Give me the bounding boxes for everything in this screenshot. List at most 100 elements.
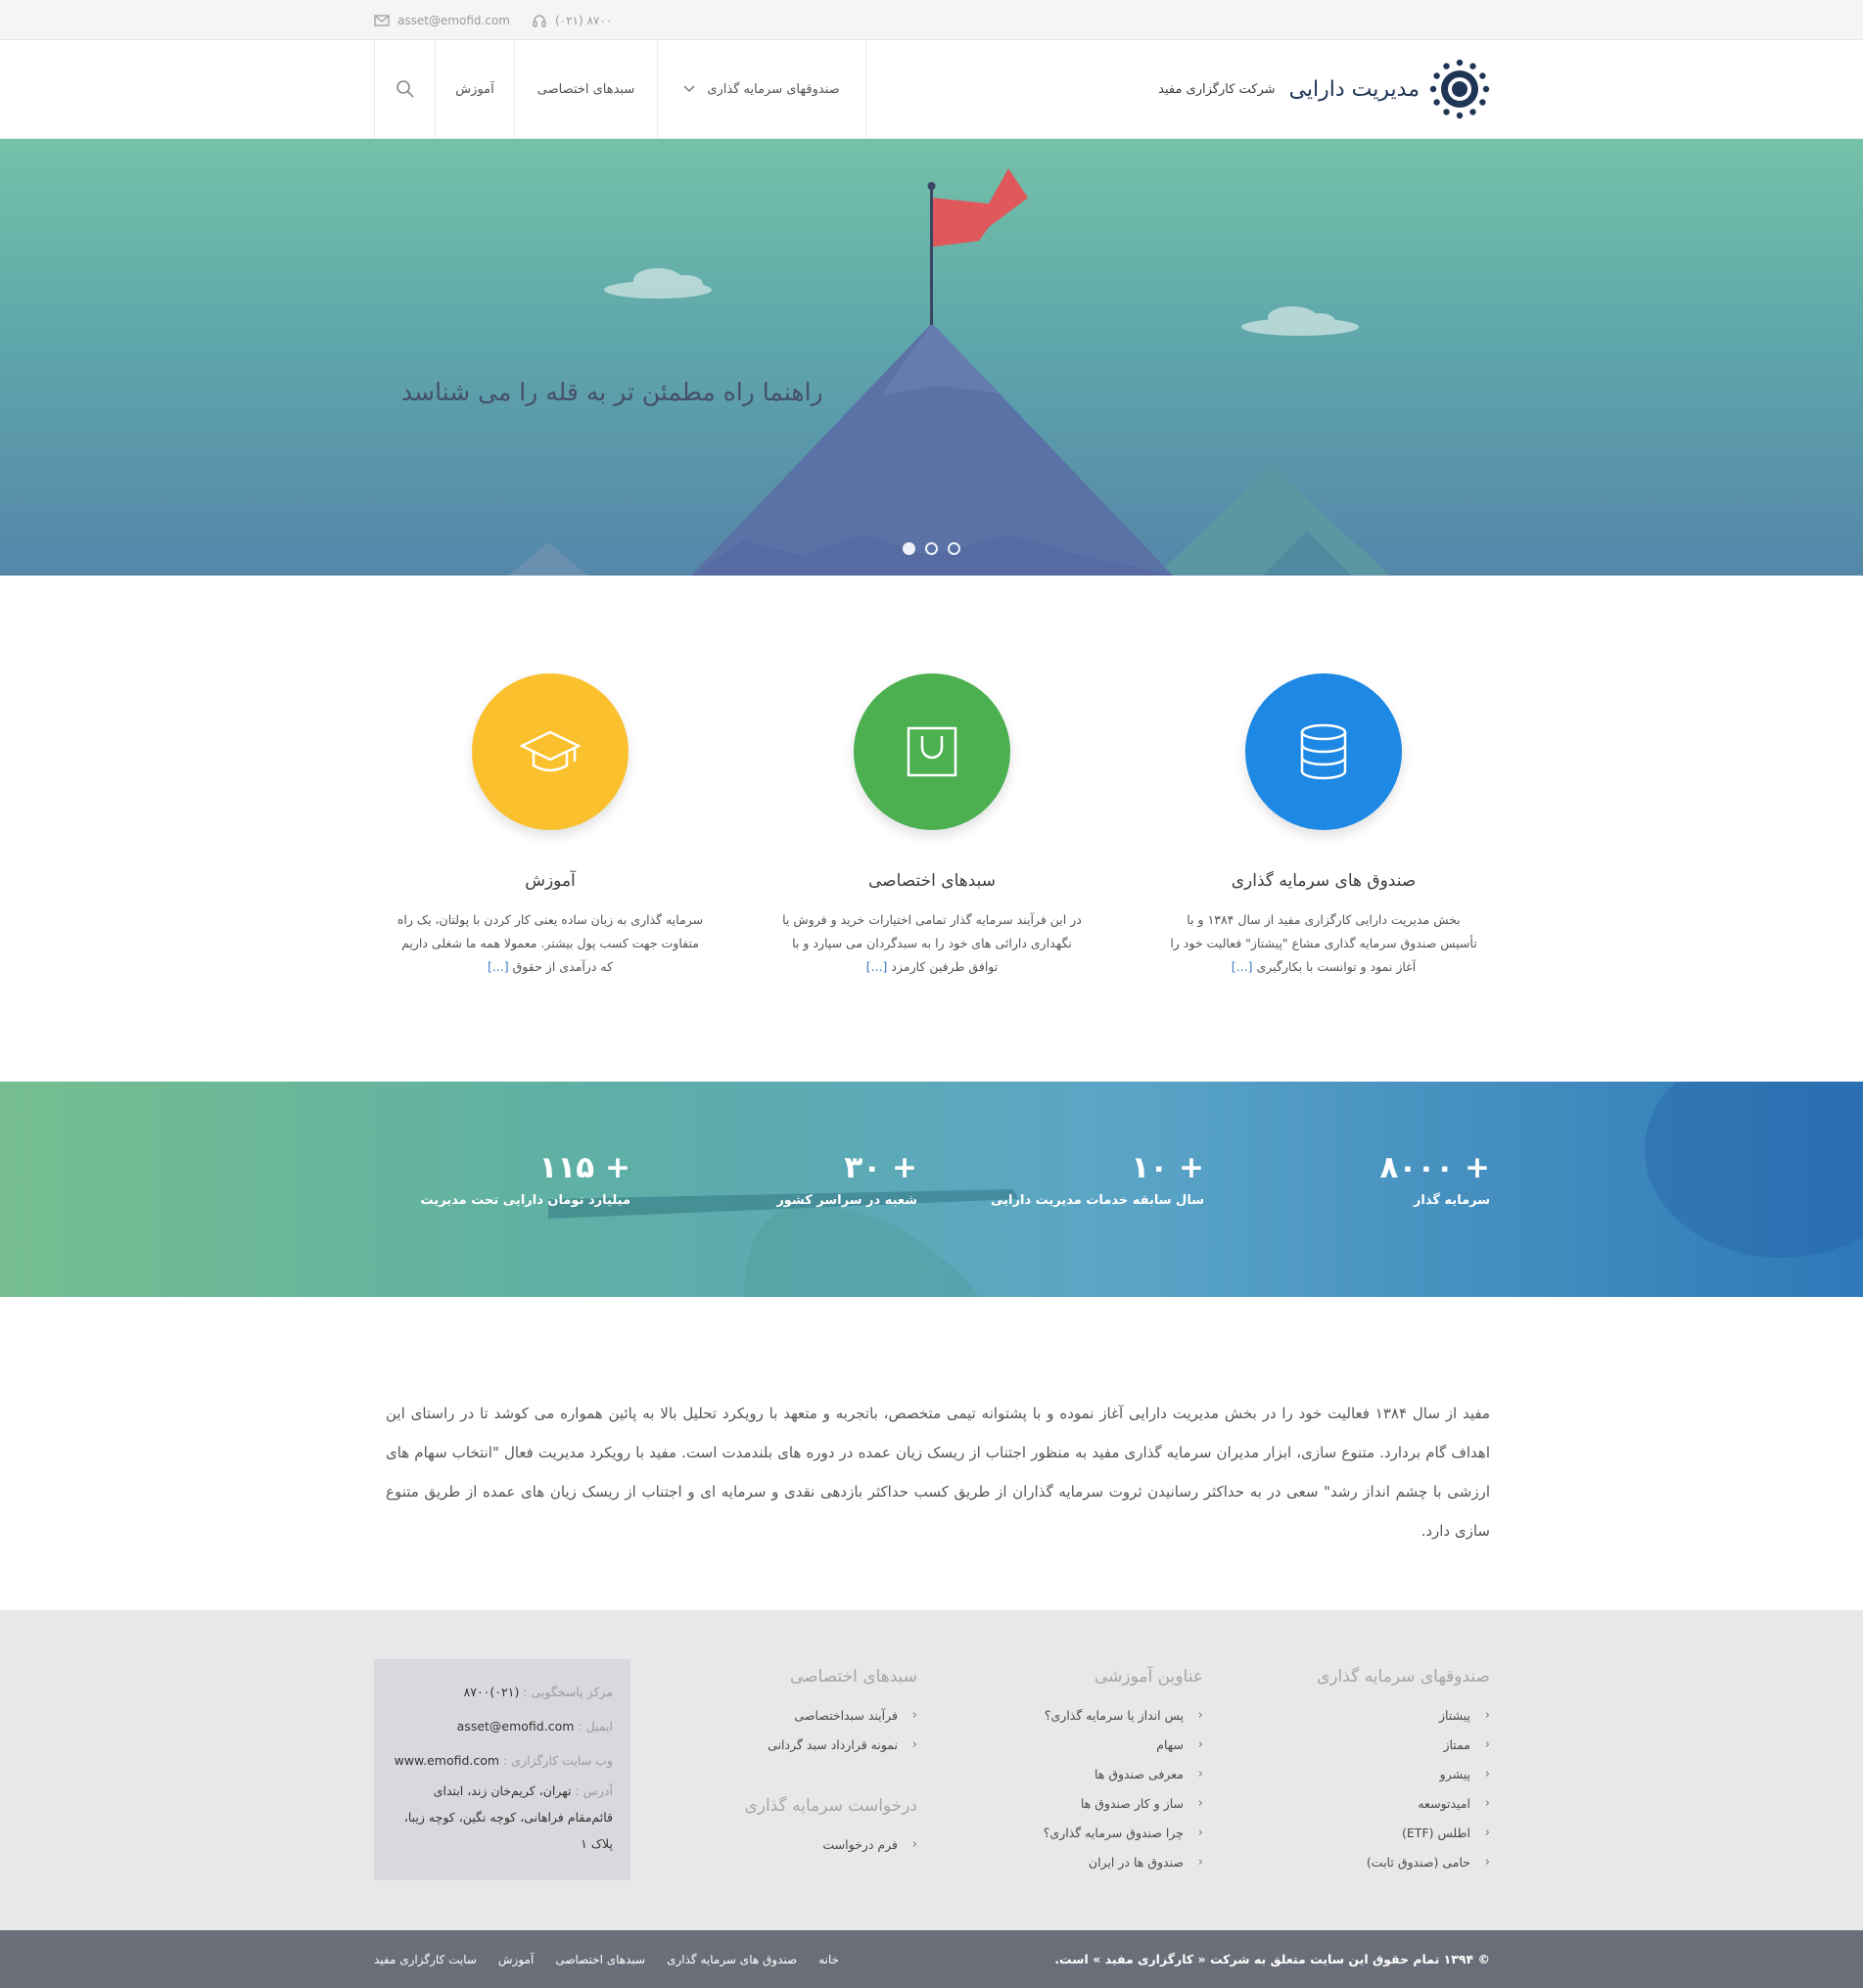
footer-link-label: امیدتوسعه — [1418, 1795, 1470, 1811]
service-funds-circle[interactable] — [1245, 673, 1402, 830]
footer-link-label: ممتاز — [1443, 1736, 1470, 1752]
service-title[interactable]: صندوق های سرمایه گذاری — [1157, 871, 1490, 891]
footer-column-title: سبدهای اختصاصی — [789, 1667, 917, 1687]
footer-link-label: پس انداز یا سرمایه گذاری؟ — [1044, 1707, 1184, 1723]
footer-link[interactable]: ‹ پس انداز یا سرمایه گذاری؟ — [1007, 1700, 1203, 1730]
contact-value[interactable]: www.emofid.com — [395, 1753, 500, 1768]
service-title[interactable]: سبدهای اختصاصی — [766, 871, 1098, 891]
headset-icon — [533, 14, 546, 27]
topbar-email-text: asset@emofid.com — [397, 13, 510, 27]
background-photo — [548, 1082, 1863, 1297]
contact-key: مرکز پاسخگویی : — [519, 1685, 613, 1699]
read-more-link[interactable]: [...] — [488, 959, 509, 974]
stat-label: میلیارد تومان دارایی تحت مدیریت — [420, 1193, 630, 1208]
search-button[interactable] — [375, 40, 436, 138]
hero-illustration — [509, 168, 1390, 576]
footer-link[interactable]: ‹ حامی (صندوق ثابت) — [1275, 1847, 1490, 1876]
chevron-left-icon: ‹ — [1484, 1736, 1490, 1752]
nav-item-baskets[interactable]: سبدهای اختصاصی — [515, 40, 658, 138]
shopping-bag-icon — [907, 726, 957, 777]
chevron-left-icon: ‹ — [911, 1707, 917, 1723]
footer-link-label: حامی (صندوق ثابت) — [1366, 1854, 1470, 1870]
footer-link[interactable]: ‹ چرا صندوق سرمایه گذاری؟ — [1007, 1818, 1203, 1847]
stat-label: سرمایه گذار — [1413, 1193, 1490, 1208]
read-more-link[interactable]: [...] — [1232, 959, 1253, 974]
nav-item-label: صندوقهای سرمایه گذاری — [707, 81, 840, 97]
brand-logo-link[interactable]: شرکت کارگزاری مفید مدیریت دارایی — [1158, 58, 1490, 120]
service-desc-text: بخش مدیریت دارایی کارگزاری مفید از سال ۱… — [1170, 912, 1477, 974]
footer-link[interactable]: ‹ پیشتاز — [1275, 1700, 1490, 1730]
footer-link[interactable]: ‹ پیشرو — [1275, 1759, 1490, 1788]
hero-tagline: راهنما راه مطمئن تر به قله را می شناسد — [401, 378, 823, 406]
contact-key: ایمیل : — [574, 1719, 613, 1734]
footer-link-label: فرم درخواست — [822, 1836, 898, 1852]
chevron-left-icon: ‹ — [1484, 1854, 1490, 1870]
bottom-link-funds[interactable]: صندوق های سرمایه گذاری — [667, 1953, 797, 1966]
slider-dots — [903, 542, 960, 555]
nav-item-education[interactable]: آموزش — [436, 40, 515, 138]
site-footer: صندوقهای سرمایه گذاری ‹ پیشتاز ‹ ممتاز ‹ پی… — [0, 1610, 1863, 1930]
about-text: مفید از سال ۱۳۸۴ فعالیت خود را در بخش مد… — [386, 1405, 1490, 1540]
nav-item-funds[interactable]: صندوقهای سرمایه گذاری — [658, 40, 866, 138]
footer-column-title: درخواست سرمایه گذاری — [744, 1796, 917, 1816]
footer-link-label: اطلس (ETF) — [1402, 1825, 1470, 1840]
service-baskets-circle[interactable] — [854, 673, 1010, 830]
contact-value: (۰۲۱)۸۷۰۰ — [463, 1685, 520, 1699]
footer-link[interactable]: ‹ نمونه قرارداد سبد گردانی — [722, 1730, 917, 1759]
stat-branches: + ۳۰ شعبه در سراسر کشور — [682, 1150, 917, 1208]
chevron-left-icon: ‹ — [911, 1736, 917, 1752]
nav-item-label: آموزش — [455, 81, 494, 97]
chevron-left-icon: ‹ — [1484, 1825, 1490, 1840]
database-icon — [1300, 723, 1347, 780]
footer-link-label: پیشرو — [1439, 1766, 1470, 1781]
footer-link[interactable]: ‹ سهام — [1007, 1730, 1203, 1759]
service-education: آموزش سرمایه گذاری به زبان ساده یعنی کار… — [384, 673, 717, 979]
footer-edu-column: عناوین آموزشی ‹ پس انداز یا سرمایه گذاری؟… — [1007, 1667, 1203, 1876]
contact-address: آدرس : تهران، کریم‌خان زند، ابتدای قائم‌… — [392, 1778, 613, 1857]
service-desc: در این فرآیند سرمایه گذار تمامی اختیارات… — [766, 908, 1098, 979]
contact-value[interactable]: asset@emofid.com — [457, 1719, 575, 1734]
services-section: صندوق های سرمایه گذاری بخش مدیریت دارایی… — [374, 673, 1490, 987]
topbar-phone-text: (۰۲۱) ۸۷۰۰ — [554, 13, 613, 27]
stat-label: شعبه در سراسر کشور — [776, 1193, 917, 1208]
footer-link-label: فرآیند سبداختصاصی — [794, 1707, 898, 1723]
footer-link[interactable]: ‹ فرم درخواست — [722, 1829, 917, 1859]
mofid-logo-icon — [1429, 59, 1490, 119]
slider-dot-1[interactable] — [903, 542, 915, 555]
envelope-icon — [374, 14, 390, 26]
service-education-circle[interactable] — [472, 673, 629, 830]
hero-slider: راهنما راه مطمئن تر به قله را می شناسد — [0, 139, 1863, 576]
stat-number: + ۳۰ — [844, 1150, 917, 1185]
footer-link-label: نمونه قرارداد سبد گردانی — [768, 1736, 898, 1752]
chevron-left-icon: ‹ — [1197, 1707, 1203, 1723]
footer-link[interactable]: ‹ اطلس (ETF) — [1275, 1818, 1490, 1847]
read-more-link[interactable]: [...] — [866, 959, 888, 974]
topbar-phone[interactable]: (۰۲۱) ۸۷۰۰ — [532, 13, 612, 28]
service-desc: سرمایه گذاری به زبان ساده یعنی کار کردن … — [384, 908, 717, 979]
footer-link[interactable]: ‹ ممتاز — [1275, 1730, 1490, 1759]
contact-support: مرکز پاسخگویی : (۰۲۱)۸۷۰۰ — [392, 1675, 613, 1709]
footer-funds-column: صندوقهای سرمایه گذاری ‹ پیشتاز ‹ ممتاز ‹ پی… — [1275, 1667, 1490, 1876]
footer-link[interactable]: ‹ ساز و کار صندوق ها — [1007, 1788, 1203, 1818]
service-desc: بخش مدیریت دارایی کارگزاری مفید از سال ۱… — [1157, 908, 1490, 979]
footer-link[interactable]: ‹ فرآیند سبداختصاصی — [722, 1700, 917, 1730]
bottom-link-home[interactable]: خانه — [818, 1953, 839, 1966]
slider-dot-2[interactable] — [925, 542, 938, 555]
footer-column-title: عناوین آموزشی — [1095, 1667, 1203, 1687]
slider-dot-3[interactable] — [948, 542, 960, 555]
bottom-link-brokerage[interactable]: سایت کارگزاری مفید — [374, 1953, 477, 1966]
footer-link[interactable]: ‹ صندوق ها در ایران — [1007, 1847, 1203, 1876]
footer-link-label: چرا صندوق سرمایه گذاری؟ — [1043, 1825, 1184, 1840]
service-funds: صندوق های سرمایه گذاری بخش مدیریت دارایی… — [1157, 673, 1490, 979]
footer-column-title: صندوقهای سرمایه گذاری — [1317, 1667, 1490, 1687]
footer-link-label: ساز و کار صندوق ها — [1080, 1795, 1184, 1811]
contact-website: وب سایت کارگزاری : www.emofid.com — [392, 1743, 613, 1778]
topbar-email[interactable]: asset@emofid.com — [374, 14, 510, 27]
footer-link[interactable]: ‹ امیدتوسعه — [1275, 1788, 1490, 1818]
stat-number: + ۱۱۵ — [538, 1150, 630, 1185]
service-title[interactable]: آموزش — [384, 871, 717, 891]
chevron-left-icon: ‹ — [1197, 1825, 1203, 1840]
bottom-link-baskets[interactable]: سبدهای اختصاصی — [555, 1953, 645, 1966]
footer-link[interactable]: ‹ معرفی صندوق ها — [1007, 1759, 1203, 1788]
bottom-link-education[interactable]: آموزش — [498, 1953, 534, 1966]
